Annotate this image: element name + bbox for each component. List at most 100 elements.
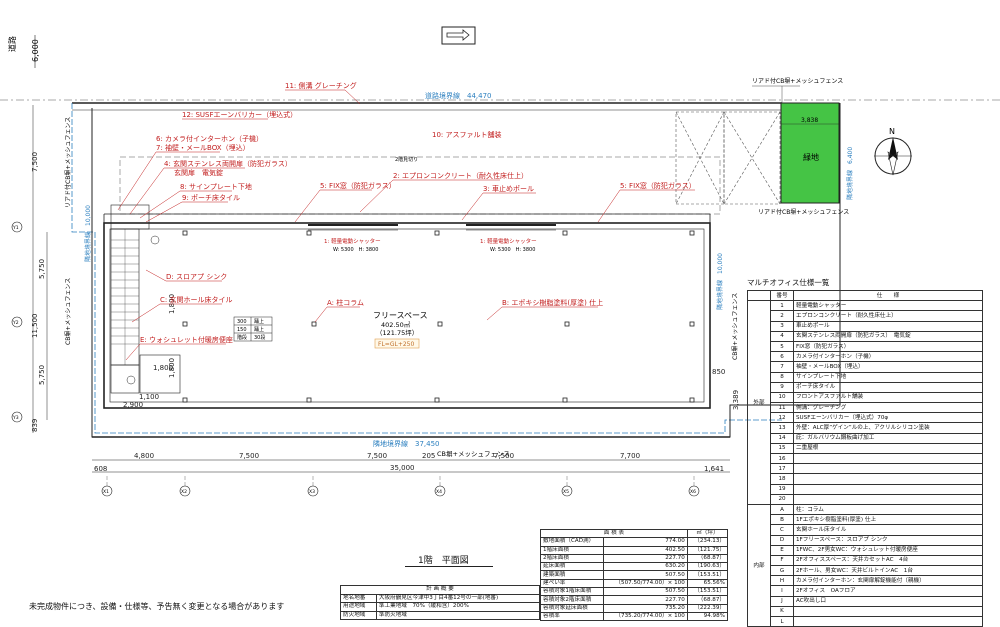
spec-row: F 2Fオフィススペース：天井カセットAC 4台: [748, 554, 983, 567]
area-cell-k: 容積対象1階床面積: [539, 587, 605, 597]
right-fence: CB塀+メッシュフェンス: [731, 293, 739, 360]
spec-row-number: E: [770, 544, 794, 556]
spec-row-number: 8: [770, 371, 794, 383]
spec-row-number: 11: [770, 402, 794, 414]
area-cell-v: 227.70: [603, 595, 688, 605]
spec-header-no: 番号: [770, 289, 794, 302]
spec-row: 15 二重屋根: [748, 442, 983, 455]
area-cell-v: 402.50: [603, 545, 688, 555]
dim-left-b: 11,500: [31, 314, 39, 339]
spec-row-number: 9: [770, 381, 794, 393]
spec-row-number: D: [770, 534, 794, 546]
area-cell-t: （68.87）: [686, 595, 729, 605]
spec-row: 18: [748, 473, 983, 485]
spec-row: J AC吹出し口: [748, 595, 983, 607]
area-cell-t: （121.75）: [686, 545, 729, 555]
spec-row-text: [793, 483, 983, 495]
spec-row: E 1FWC、2F男女WC：ウォシュレット付暖房便座: [748, 544, 983, 556]
spec-row: B 1Fエポキシ樹脂塗料(厚塗) 仕上: [748, 514, 983, 526]
spec-row: 8 サインプレート下地: [748, 371, 983, 383]
fence-top-right: リアド付CB塀+メッシュフェンス: [752, 77, 843, 85]
exterior-group-label: 外部: [747, 300, 771, 505]
area-table-title: 面 積 表: [540, 528, 688, 539]
spec-row: G 2Fホール、男女WC：天井ビルトインAC 1台: [748, 565, 983, 577]
area-row: 容積対象延床面積 735.20 （222.39）: [539, 603, 729, 613]
road-label: 道路: [7, 36, 17, 52]
spec-row-text: カメラ付インターホン：玄関扉解錠機能付（親機）: [793, 575, 983, 587]
dim-left-c: 5,750: [38, 365, 46, 385]
spec-row: 17: [748, 463, 983, 475]
axis-y1: Y1: [12, 225, 19, 231]
axis-x5: X5: [563, 489, 569, 495]
spec-row-text: 玄関ステンレス両開扉（防犯ガラス） 電気錠: [793, 330, 983, 342]
step-3-h: 階段: [237, 334, 247, 341]
spec-row-text: 2Fオフィス OAフロア: [793, 585, 983, 597]
dim-inner-1: 2,900: [123, 401, 143, 409]
drawing-title: 1階 平面図: [418, 556, 469, 566]
label-E: E: ウォシュレット付暖房便座: [140, 335, 233, 344]
spec-row-text: [793, 473, 983, 485]
spec-row-number: 7: [770, 361, 794, 373]
spec-row-number: 1: [770, 300, 794, 312]
spec-row: 7 袖壁・メールBOX（埋込）: [748, 361, 983, 373]
plan-cell-v: 準工業地域 70%（緩和含）200%: [375, 602, 541, 612]
spec-row: 11 側溝：グレーチング: [748, 402, 983, 414]
spec-row: 14 庇：ガルバリウム鋼板曲げ加工: [748, 432, 983, 444]
axis-x2: X2: [181, 489, 187, 495]
label-C: C: 玄関ホール床タイル: [160, 295, 232, 304]
plan-cell-v: 大阪府鶴見区今津中3丁目4番12号の一部(地番): [375, 593, 541, 603]
area-cell-v: 227.70: [603, 553, 688, 564]
spec-row-number: 18: [770, 473, 794, 485]
spec-row-number: L: [770, 615, 794, 627]
spec-row-text: 側溝：グレーチング: [793, 402, 983, 414]
bottom-boundary-label: 隣地境界線 37,450: [373, 439, 440, 448]
green-width: 3,838: [801, 117, 818, 124]
area-cell-v: （735.20/774.00）× 100: [603, 611, 688, 622]
dim-span-3: 7,500: [367, 452, 387, 460]
plan-row: 防火地域 準防火地域: [340, 610, 541, 620]
area-cell-k: 容積対象2階床面積: [539, 595, 605, 605]
plan-overview-panel: 計 画 概 要 地名地番 大阪府鶴見区今津中3丁目4番12号の一部(地番) 用途地域…: [340, 585, 541, 620]
spec-row-number: 16: [770, 452, 794, 465]
spec-row: 12 SUSFエーンバリカー（埋込式）70φ: [748, 412, 983, 424]
dim-bottom-right: 1,641: [704, 465, 724, 473]
spec-row-number: 14: [770, 432, 794, 444]
spec-row-text: 庇：ガルバリウム鋼板曲げ加工: [793, 432, 983, 444]
spec-row-number: 5: [770, 340, 794, 353]
spec-header-row: 番号 仕 様: [747, 289, 983, 302]
spec-row-number: 4: [770, 330, 794, 342]
area-cell-t: （153.51）: [686, 570, 729, 580]
spec-row-text: 1FWC、2F男女WC：ウォシュレット付暖房便座: [793, 544, 983, 556]
eave-label: 2階見切り: [395, 156, 418, 163]
dim-span-2: 7,500: [239, 452, 259, 460]
area-cell-v: 735.20: [603, 603, 688, 613]
area-cell-v: 507.50: [603, 570, 688, 580]
label-12: 12: SUSFエーンバリカー（埋込式）: [182, 110, 297, 119]
area-cell-t: （234.13）: [686, 537, 729, 547]
spec-row-number: B: [770, 514, 794, 526]
spec-row-number: 10: [770, 391, 794, 404]
spec-row-number: 15: [770, 442, 794, 455]
left-fence-top: リアド付CB塀+メッシュフェンス: [64, 117, 72, 208]
area-table-panel: 面 積 表 ㎡（坪） 敷地面積（CAD測） 774.00 （234.13） 1階床面積…: [539, 528, 729, 622]
spec-row: 3 車止めポール: [748, 320, 983, 332]
axis-x1: X1: [103, 489, 109, 495]
spec-row-number: 19: [770, 483, 794, 495]
plan-overview-table: 計 画 概 要 地名地番 大阪府鶴見区今津中3丁目4番12号の一部(地番) 用途地域…: [340, 585, 541, 620]
area-header-row: 面 積 表 ㎡（坪）: [540, 528, 729, 539]
spec-row-text: 二重屋根: [793, 442, 983, 455]
area-row: 容積対象1階床面積 507.50 （153.51）: [539, 587, 729, 597]
label-5b: 5: FIX窓（防犯ガラス）: [620, 181, 696, 190]
spec-row-text: 1Fフリースペース：スロアプ シンク: [793, 534, 983, 546]
spec-row-text: [793, 615, 983, 627]
plan-cell-k: 用途地域: [340, 602, 377, 612]
area-row: 延床面積 630.20 （190.63）: [539, 562, 729, 572]
axis-x4: X4: [436, 489, 442, 495]
area-cell-t: （153.51）: [686, 587, 729, 597]
spec-row: 20: [748, 493, 983, 505]
area-row: 容積率 （735.20/774.00）× 100 94.98%: [539, 611, 729, 622]
arrow-sign-icon: [441, 26, 476, 45]
label-A: A: 柱コラム: [327, 298, 364, 307]
spec-row-number: 20: [770, 493, 794, 505]
spec-row: 5 FIX窓（防犯ガラス）: [748, 340, 983, 353]
